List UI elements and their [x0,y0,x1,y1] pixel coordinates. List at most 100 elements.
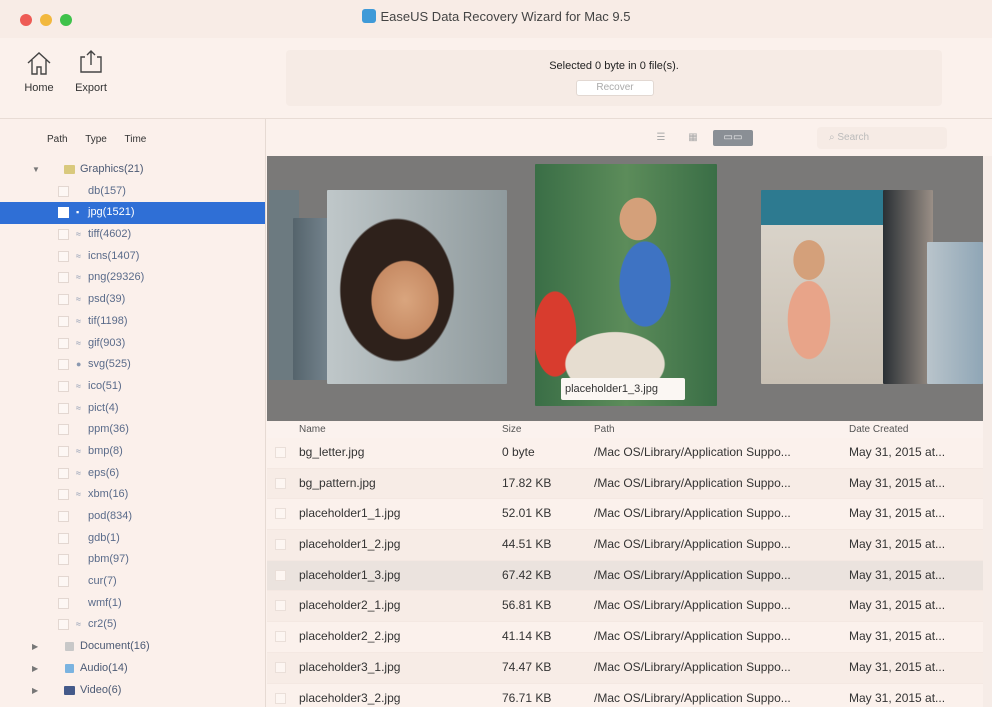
tree-item-checkbox[interactable] [58,272,69,284]
tree-item-checkbox[interactable] [58,467,69,479]
cover-flow-preview[interactable]: placeholder1_3.jpg [267,156,983,421]
list-view-button[interactable]: ☰ [653,130,669,146]
tree-item[interactable]: cur(7) [0,571,265,593]
tree-item-checkbox[interactable] [58,597,69,609]
tree-item-checkbox[interactable] [58,315,69,327]
tree-item[interactable]: ≈ psd(39) [0,289,265,311]
table-row[interactable]: placeholder2_1.jpg 56.81 KB/Mac OS/Librar… [267,591,983,623]
preview-thumbnail-right[interactable] [761,190,891,384]
recover-button[interactable]: Recover [576,80,654,96]
chevron-down-icon[interactable]: ▼ [32,159,40,181]
chevron-right-icon[interactable]: ▶ [32,636,38,658]
tree-item[interactable]: ≈ tiff(4602) [0,224,265,246]
tree-node-document[interactable]: ▶ Document(16) [0,636,265,658]
tree-item-label: bmp(8) [88,444,123,457]
tree-item-checkbox[interactable] [58,489,69,501]
row-checkbox[interactable] [275,661,286,673]
column-header-path[interactable]: Path [594,424,615,435]
tree-node-graphics[interactable]: ▼ Graphics(21) [0,159,265,181]
preview-thumbnail-right-far[interactable] [883,190,933,384]
row-checkbox[interactable] [275,508,286,520]
table-row[interactable]: placeholder1_1.jpg 52.01 KB/Mac OS/Librar… [267,499,983,531]
search-input[interactable]: ⌕ Search [817,127,947,149]
tree-item[interactable]: ≈ png(29326) [0,267,265,289]
tree-item-checkbox[interactable] [58,619,69,631]
tree-item-checkbox[interactable] [58,185,69,197]
chevron-right-icon[interactable]: ▶ [32,658,38,680]
row-checkbox[interactable] [275,569,286,581]
tree-item[interactable]: ≈ ico(51) [0,376,265,398]
file-size: 17.82 KB [502,475,552,490]
grid-view-icon: ▦ [688,132,698,143]
tree-item-checkbox[interactable] [58,337,69,349]
tree-item[interactable]: ▪ jpg(1521) [0,202,265,225]
table-row[interactable]: bg_pattern.jpg 17.82 KB/Mac OS/Library/Ap… [267,468,983,500]
home-button[interactable]: Home [14,48,64,94]
tree-item-checkbox[interactable] [58,511,69,522]
tree-item[interactable]: gdb(1) [0,528,265,550]
cover-flow-icon: ▭▭ [723,132,743,143]
tree-item-checkbox[interactable] [58,424,69,436]
tree-node-video[interactable]: ▶ Video(6) [0,680,265,702]
table-row[interactable]: placeholder2_2.jpg 41.14 KB/Mac OS/Librar… [267,622,983,653]
tree-item-checkbox[interactable] [58,229,69,241]
tree-item[interactable]: ≈ bmp(8) [0,441,265,463]
tree-item[interactable]: ≈ tif(1198) [0,311,265,333]
tree-item[interactable]: ppm(36) [0,419,265,441]
table-row[interactable]: bg_letter.jpg 0 byte/Mac OS/Library/Appli… [267,438,983,469]
tree-item-label: ico(51) [88,379,122,392]
table-row[interactable]: placeholder3_1.jpg 74.47 KB/Mac OS/Librar… [267,652,983,684]
tree-item-checkbox[interactable] [58,380,69,392]
tree-item[interactable]: wmf(1) [0,593,265,615]
right-scrollbar[interactable] [983,156,992,707]
tree-item[interactable]: ≈ icns(1407) [0,246,265,268]
tree-item-checkbox[interactable] [58,294,69,306]
grid-view-button[interactable]: ▦ [685,130,701,146]
tab-time[interactable]: Time [124,134,146,145]
row-checkbox[interactable] [275,631,286,643]
tree-item[interactable]: pbm(97) [0,549,265,571]
row-checkbox[interactable] [275,692,286,704]
cover-flow-view-button[interactable]: ▭▭ [713,130,753,146]
table-row[interactable]: placeholder1_2.jpg 44.51 KB/Mac OS/Librar… [267,530,983,561]
tree-node-label: Video(6) [80,683,122,696]
tree-item[interactable]: ● svg(525) [0,354,265,376]
preview-thumbnail-center[interactable] [535,164,717,406]
export-icon [80,50,102,73]
tree-item-checkbox[interactable] [58,532,69,544]
export-button[interactable]: Export [66,48,116,94]
preview-thumbnail-right-edge[interactable] [927,242,983,384]
tree-item[interactable]: ≈ gif(903) [0,333,265,355]
row-checkbox[interactable] [275,447,286,458]
tree-item-checkbox[interactable] [58,402,69,414]
tree-item-checkbox[interactable] [58,576,69,588]
file-type-tree: ▼ Graphics(21) db(157) ▪ jpg(1521) ≈ tiff(46… [0,159,265,702]
tree-item[interactable]: ≈ eps(6) [0,463,265,485]
tree-item-checkbox[interactable] [58,359,69,371]
tree-item[interactable]: pod(834) [0,506,265,528]
row-checkbox[interactable] [275,539,286,551]
row-checkbox[interactable] [275,477,286,489]
tree-item-checkbox[interactable] [58,250,69,262]
preview-thumbnail-left[interactable] [327,190,507,384]
file-name: placeholder2_2.jpg [299,629,401,644]
tree-item-checkbox[interactable] [58,207,69,219]
row-checkbox[interactable] [275,600,286,612]
tree-item[interactable]: ≈ cr2(5) [0,614,265,636]
tree-item[interactable]: ≈ xbm(16) [0,484,265,506]
table-row[interactable]: placeholder1_3.jpg 67.42 KB/Mac OS/Librar… [267,560,983,592]
tab-path[interactable]: Path [47,134,68,145]
tree-item[interactable]: db(157) [0,181,265,203]
tree-item-checkbox[interactable] [58,445,69,457]
tree-item[interactable]: ≈ pict(4) [0,398,265,420]
column-header-date[interactable]: Date Created [849,424,908,435]
tree-node-audio[interactable]: ▶ Audio(14) [0,658,265,680]
tab-type[interactable]: Type [85,134,107,145]
table-row[interactable]: placeholder3_2.jpg 76.71 KB/Mac OS/Librar… [267,683,983,707]
chevron-right-icon[interactable]: ▶ [32,680,38,702]
column-header-name[interactable]: Name [299,424,326,435]
tree-item-label: tiff(4602) [88,228,132,241]
tree-item-checkbox[interactable] [58,554,69,566]
preview-caption: placeholder1_3.jpg [561,378,685,400]
column-header-size[interactable]: Size [502,424,521,435]
